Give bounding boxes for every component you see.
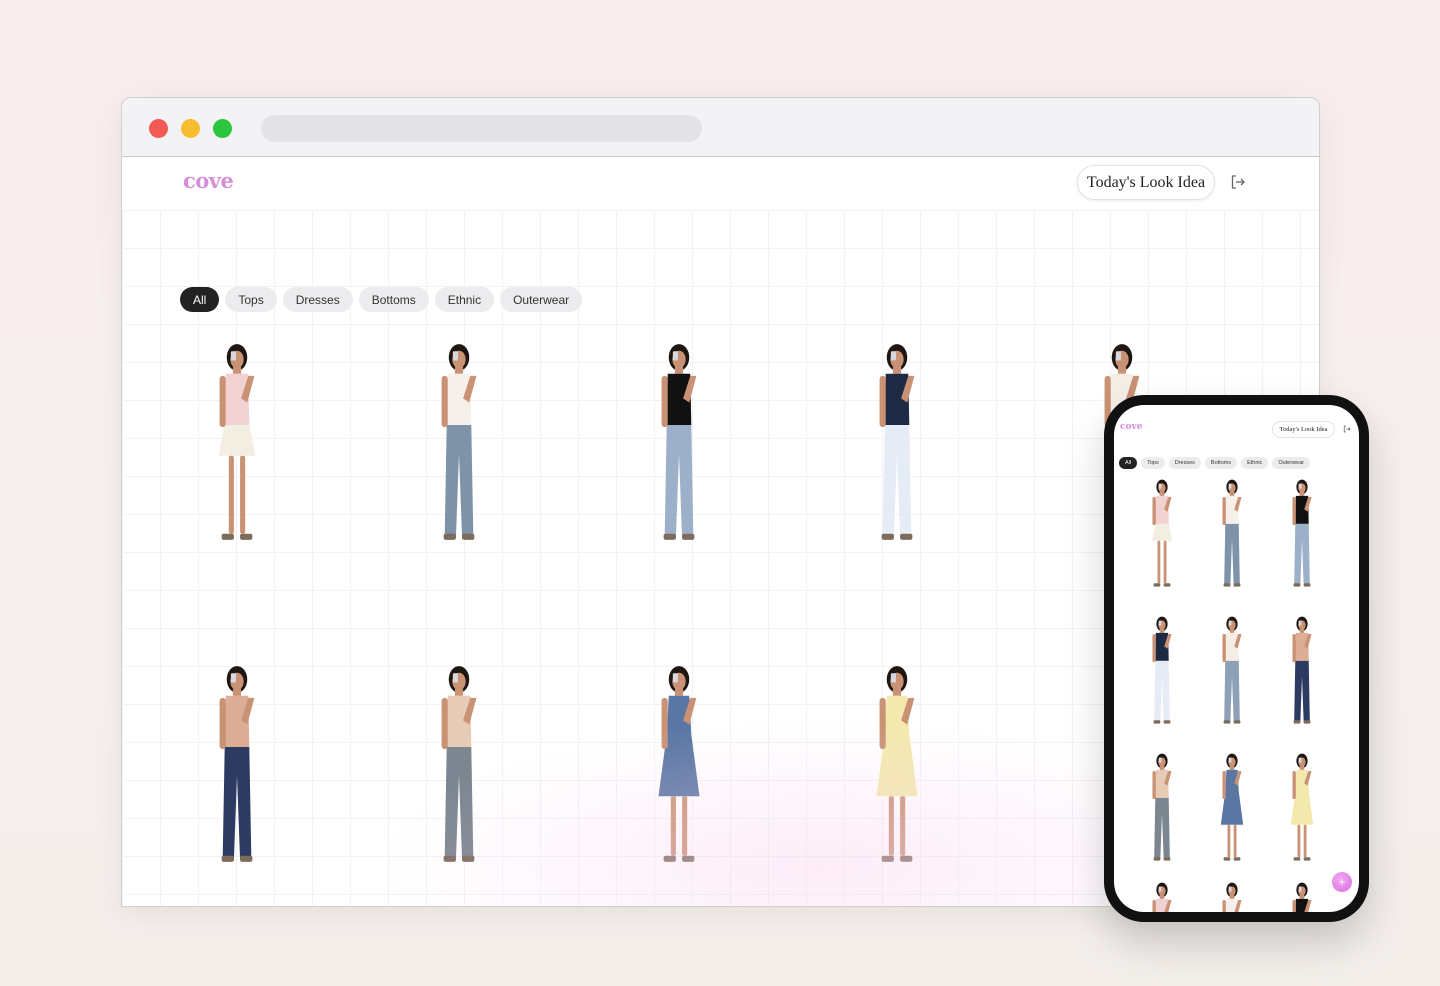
mobile-filter-chip-bottoms[interactable]: Bottoms bbox=[1204, 457, 1238, 469]
outfit-card[interactable] bbox=[624, 663, 734, 873]
add-outfit-button[interactable]: + bbox=[1332, 872, 1352, 892]
filter-chip-all[interactable]: All bbox=[180, 287, 220, 312]
browser-toolbar bbox=[122, 98, 1319, 157]
mobile-outfit-card[interactable] bbox=[1204, 478, 1260, 595]
mobile-app-logo[interactable]: cove bbox=[1120, 422, 1142, 432]
outfit-card[interactable] bbox=[404, 341, 514, 551]
outfit-card[interactable] bbox=[182, 341, 292, 551]
mobile-outfit-card[interactable] bbox=[1204, 752, 1260, 869]
phone-screen: cove Today's Look Idea All Tops Dresses … bbox=[1114, 405, 1359, 912]
mobile-outfit-card[interactable] bbox=[1204, 881, 1260, 912]
address-bar[interactable] bbox=[261, 115, 702, 142]
todays-look-idea-button[interactable]: Today's Look Idea bbox=[1077, 165, 1215, 200]
filter-chip-dresses[interactable]: Dresses bbox=[282, 287, 353, 312]
maximize-window-button[interactable] bbox=[213, 119, 232, 138]
outfit-card[interactable] bbox=[842, 663, 952, 873]
mobile-filter-chip-ethnic[interactable]: Ethnic bbox=[1241, 457, 1269, 469]
mobile-outfit-card[interactable] bbox=[1274, 478, 1330, 595]
mobile-filter-chip-outerwear[interactable]: Outerwear bbox=[1272, 457, 1311, 469]
mobile-category-filter-bar: All Tops Dresses Bottoms Ethnic Outerwea… bbox=[1119, 457, 1311, 469]
mobile-outfit-card[interactable] bbox=[1134, 615, 1190, 732]
mobile-outfit-card[interactable] bbox=[1134, 752, 1190, 869]
category-filter-bar: All Tops Dresses Bottoms Ethnic Outerwea… bbox=[180, 287, 583, 312]
filter-chip-bottoms[interactable]: Bottoms bbox=[358, 287, 429, 312]
mobile-outfit-card[interactable] bbox=[1204, 615, 1260, 732]
close-window-button[interactable] bbox=[149, 119, 168, 138]
outfit-card[interactable] bbox=[404, 663, 514, 873]
logout-icon[interactable] bbox=[1230, 174, 1246, 190]
outfit-card[interactable] bbox=[842, 341, 952, 551]
outfit-card[interactable] bbox=[624, 341, 734, 551]
mobile-filter-chip-all[interactable]: All bbox=[1119, 457, 1138, 469]
mobile-outfit-card[interactable] bbox=[1274, 881, 1330, 912]
filter-chip-outerwear[interactable]: Outerwear bbox=[500, 287, 583, 312]
mobile-outfit-card[interactable] bbox=[1134, 478, 1190, 595]
filter-chip-ethnic[interactable]: Ethnic bbox=[434, 287, 495, 312]
mobile-outfit-card[interactable] bbox=[1274, 615, 1330, 732]
top-nav: cove Today's Look Idea bbox=[122, 158, 1319, 210]
mobile-todays-look-idea-button[interactable]: Today's Look Idea bbox=[1272, 421, 1335, 438]
mobile-filter-chip-tops[interactable]: Tops bbox=[1141, 457, 1165, 469]
mobile-filter-chip-dresses[interactable]: Dresses bbox=[1168, 457, 1201, 469]
mobile-outfit-card[interactable] bbox=[1274, 752, 1330, 869]
phone-mockup: cove Today's Look Idea All Tops Dresses … bbox=[1104, 395, 1369, 922]
mobile-outfit-card[interactable] bbox=[1134, 881, 1190, 912]
mobile-logout-icon[interactable] bbox=[1343, 425, 1351, 433]
outfit-card[interactable] bbox=[182, 663, 292, 873]
filter-chip-tops[interactable]: Tops bbox=[225, 287, 277, 312]
app-logo[interactable]: cove bbox=[183, 168, 234, 193]
minimize-window-button[interactable] bbox=[181, 119, 200, 138]
